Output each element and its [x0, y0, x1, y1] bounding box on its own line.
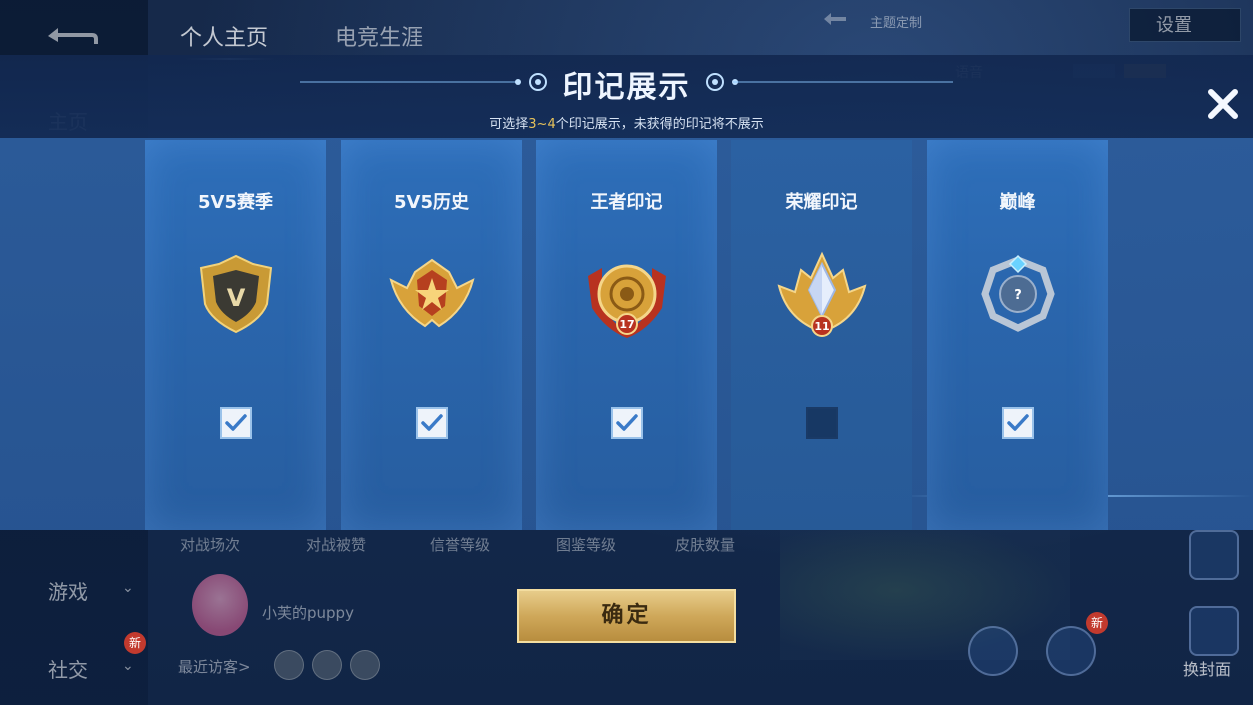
settings-button[interactable]: 设置: [1129, 8, 1241, 42]
emblem-card-label: 王者印记: [590, 192, 663, 213]
modal-title: 印记展示: [562, 70, 691, 105]
recent-visitors-link[interactable]: 最近访客>: [178, 656, 251, 677]
emblem-card-glory[interactable]: 荣耀印记 11: [731, 140, 912, 530]
emblem-level-number: 17: [619, 318, 634, 331]
emblem-card-label: 5V5历史: [394, 192, 469, 213]
cover-image-icon[interactable]: [1189, 606, 1239, 656]
chevron-down-icon: ⌄: [122, 580, 134, 596]
emblem-checkbox[interactable]: [610, 407, 643, 439]
emblem-checkbox[interactable]: [415, 407, 448, 439]
chevron-down-icon: ⌄: [122, 658, 134, 674]
tiktok-icon[interactable]: [1046, 626, 1096, 676]
emblem-checkbox[interactable]: [805, 407, 838, 439]
subtitle-highlight: 3~4: [528, 117, 556, 132]
check-icon: [420, 414, 443, 431]
stat-label-skins: 皮肤数量: [675, 536, 736, 554]
emblem-card-king[interactable]: 王者印记 17: [536, 140, 717, 530]
check-icon: [1006, 414, 1029, 431]
emblem-checkbox[interactable]: [219, 407, 252, 439]
theme-arrow-icon: [824, 13, 846, 25]
sidebar-item-social[interactable]: 社交: [48, 654, 88, 683]
season-v-shield-icon: V: [199, 254, 272, 334]
svg-text:V: V: [226, 284, 245, 312]
stat-label-likes: 对战被赞: [306, 536, 367, 554]
visitor-avatar[interactable]: [274, 650, 304, 680]
emblem-card-season[interactable]: 5V5赛季 V: [145, 140, 326, 530]
subtitle-prefix: 可选择: [489, 117, 529, 132]
theme-customize-link[interactable]: 主题定制: [870, 12, 922, 31]
new-badge: 新: [124, 632, 146, 654]
emblem-card-label: 巅峰: [999, 192, 1036, 213]
subtitle-suffix: 个印记展示，未获得的印记将不展示: [555, 117, 764, 132]
group-icon[interactable]: [1189, 530, 1239, 580]
glory-crystal-emblem-icon: 11: [777, 251, 866, 337]
sidebar-item-games[interactable]: 游戏: [48, 576, 88, 605]
visitor-avatar[interactable]: [350, 650, 380, 680]
person-icon[interactable]: [968, 626, 1018, 676]
peak-locked-emblem-icon: ?: [980, 254, 1055, 332]
emblem-card-peak[interactable]: 巅峰 ?: [927, 140, 1108, 530]
stat-label-credit: 信誉等级: [430, 536, 491, 554]
emblem-level-number: ?: [1014, 288, 1022, 303]
stat-label-matches: 对战场次: [180, 536, 241, 554]
avatar[interactable]: [192, 574, 248, 636]
new-badge: 新: [1086, 612, 1108, 634]
player-name: 小芙的puppy: [262, 604, 354, 622]
visitor-avatar[interactable]: [312, 650, 342, 680]
change-cover-button[interactable]: 换封面: [1183, 656, 1231, 680]
tab-personal-home[interactable]: 个人主页: [180, 20, 268, 52]
emblem-card-history[interactable]: 5V5历史: [341, 140, 522, 530]
emblem-card-label: 荣耀印记: [785, 192, 858, 213]
emblem-card-label: 5V5赛季: [198, 192, 273, 213]
check-icon: [615, 414, 638, 431]
confirm-button[interactable]: 确定: [517, 589, 736, 643]
modal-subtitle: 可选择3~4个印记展示，未获得的印记将不展示: [0, 113, 1253, 132]
check-icon: [224, 414, 247, 431]
emblem-level-number: 11: [814, 320, 829, 333]
tab-esports-career[interactable]: 电竞生涯: [335, 20, 423, 52]
history-star-wings-icon: [388, 258, 475, 328]
king-emblem-icon: 17: [587, 264, 666, 338]
map-image: [780, 520, 1070, 660]
stat-label-collection: 图鉴等级: [556, 536, 617, 554]
back-arrow-icon[interactable]: [40, 22, 102, 50]
emblem-checkbox[interactable]: [1001, 407, 1034, 439]
close-icon[interactable]: [1203, 84, 1243, 124]
